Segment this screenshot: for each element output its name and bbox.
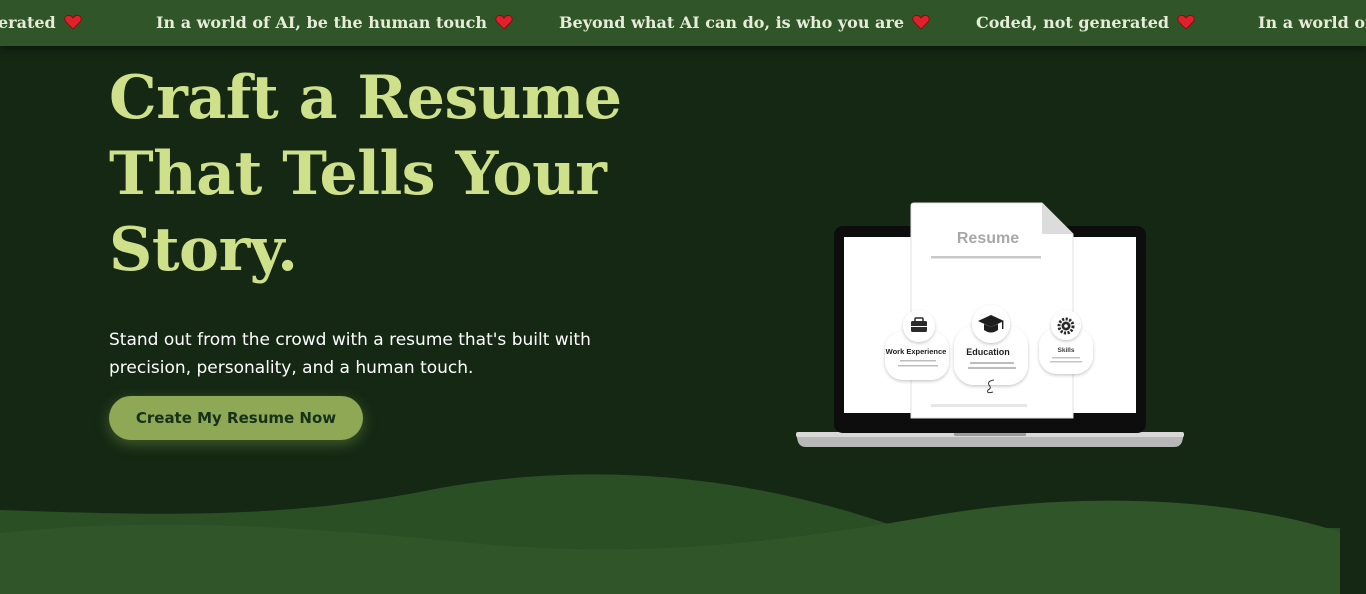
marquee-text: In a world of	[1258, 13, 1366, 32]
marquee-item: Beyond what AI can do, is who you are	[559, 0, 930, 46]
skills-label: Skills	[1058, 347, 1075, 354]
hero-title-line: That Tells Your	[109, 139, 607, 209]
hero-subtitle: Stand out from the crowd with a resume t…	[109, 326, 629, 382]
marquee-item: Coded, not generated	[976, 0, 1195, 46]
hero-title: Craft a Resume That Tells Your Story.	[109, 60, 669, 288]
marquee-track: erated In a world of AI, be the human to…	[0, 0, 1366, 46]
work-experience-label: Work Experience	[886, 347, 947, 356]
heart-icon	[495, 14, 513, 30]
marquee-text: Coded, not generated	[976, 13, 1170, 32]
resume-doc-title: Resume	[957, 230, 1019, 247]
hero-subtitle-line: Stand out from the crowd with a resume t…	[109, 330, 591, 350]
hero-subtitle-line: precision, personality, and a human touc…	[109, 358, 474, 378]
marquee-item: erated	[0, 0, 82, 46]
heart-icon	[64, 14, 82, 30]
heart-icon	[1177, 14, 1195, 30]
hero-title-line: Craft a Resume	[109, 63, 622, 133]
laptop-resume-illustration: Resume Work Experience Skills Education	[796, 202, 1184, 447]
heart-icon	[912, 14, 930, 30]
hero-title-line: Story.	[109, 215, 298, 285]
education-label: Education	[966, 347, 1010, 357]
marquee-text: Beyond what AI can do, is who you are	[559, 13, 905, 32]
marquee-item: In a world of AI, be the human touch	[156, 0, 513, 46]
create-resume-button[interactable]: Create My Resume Now	[109, 396, 363, 440]
marquee-text: In a world of AI, be the human touch	[156, 13, 488, 32]
hills-decoration	[0, 474, 1340, 594]
marquee-item: In a world of	[1258, 0, 1366, 46]
marquee-banner: erated In a world of AI, be the human to…	[0, 0, 1366, 46]
marquee-text: erated	[0, 13, 56, 32]
